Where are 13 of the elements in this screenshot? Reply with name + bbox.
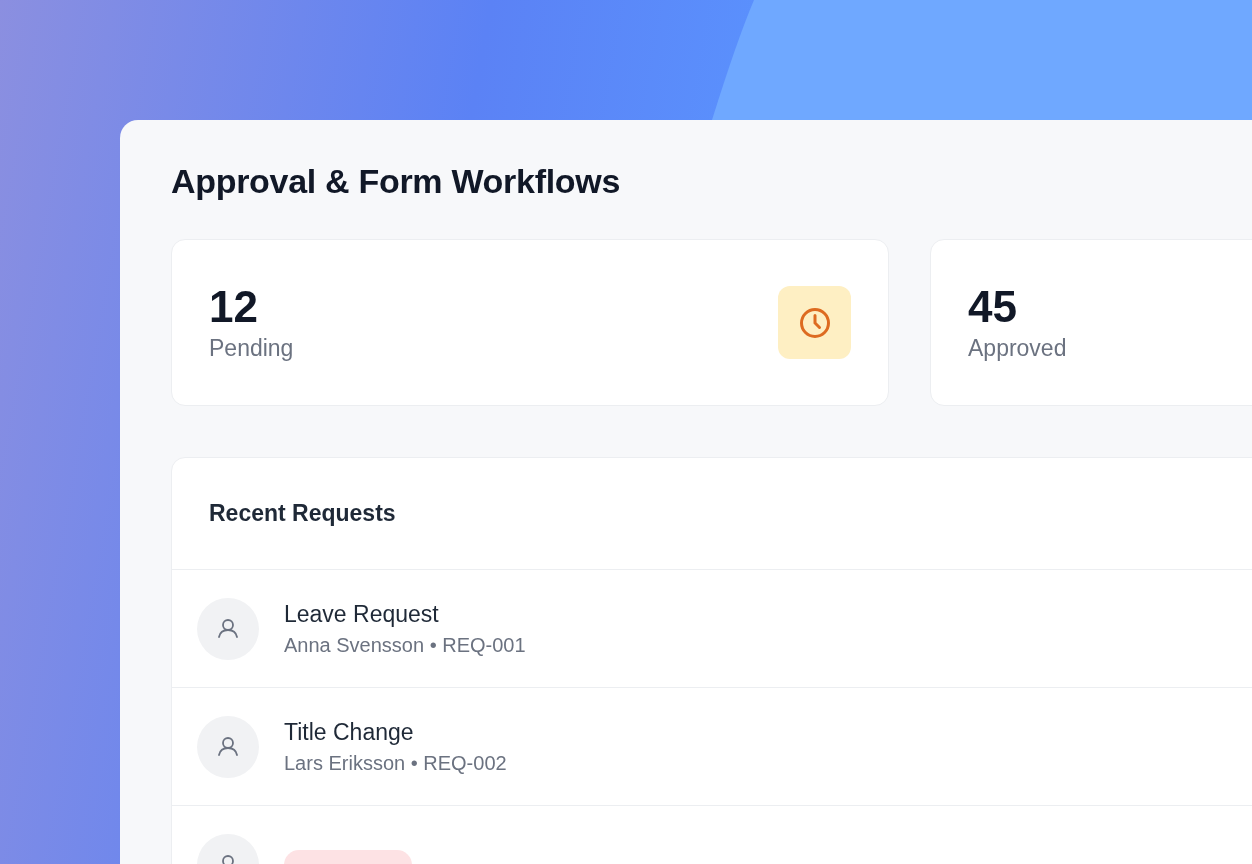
stat-label: Pending — [209, 335, 294, 363]
request-meta: Lars Eriksson • REQ-002 — [284, 751, 507, 775]
stat-value: 12 — [209, 282, 259, 332]
section-title: Recent Requests — [209, 500, 396, 527]
request-title: Leave Request — [284, 600, 439, 628]
request-meta: Anna Svensson • REQ-001 — [284, 633, 526, 657]
stat-label: Approved — [968, 335, 1067, 363]
clock-icon — [778, 286, 851, 359]
request-title: Title Change — [284, 718, 414, 746]
page-title: Approval & Form Workflows — [171, 162, 621, 201]
user-avatar-icon — [197, 597, 259, 660]
user-avatar-icon — [197, 715, 259, 778]
stat-value: 45 — [968, 282, 1018, 332]
